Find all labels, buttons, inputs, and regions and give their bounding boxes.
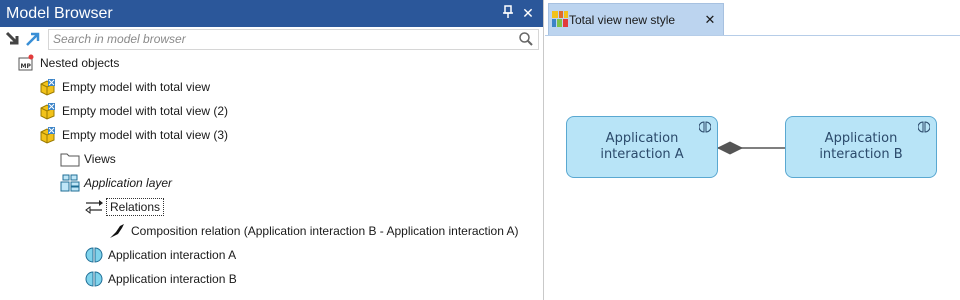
tree-item-label: Application interaction A [108,248,237,262]
search-input[interactable] [49,32,514,46]
diagram-editor: Total view new style ✕ Application inter… [545,0,960,300]
tree-item-application-interaction[interactable]: Application interaction B [84,269,237,289]
tree-item-nested-objects[interactable]: MP Nested objects [16,53,119,73]
tree-item-label: Composition relation (Application intera… [131,224,519,238]
search-icon[interactable] [514,30,538,49]
tab-label: Total view new style [569,12,676,27]
pin-icon[interactable] [501,5,515,22]
collapse-all-button[interactable] [4,30,22,48]
tree-item-model[interactable]: Empty model with total view [38,77,210,97]
model-icon [38,126,58,144]
model-browser-titlebar: Model Browser ✕ [0,0,543,27]
close-icon[interactable]: ✕ [521,5,535,22]
diagram-canvas[interactable]: Application interaction A Application in… [545,37,960,300]
tree-item-label: Nested objects [40,56,120,70]
tree-item-label: Empty model with total view (3) [62,128,229,142]
arrow-up-right-icon [26,32,40,46]
tree-item-label: Empty model with total view [62,80,211,94]
tree-item-label: Application layer [84,176,173,190]
element-label: Application interaction B [819,131,903,162]
tree-item-application-layer[interactable]: Application layer [60,173,172,193]
application-layer-icon [60,174,80,192]
svg-text:MP: MP [21,63,32,70]
model-icon [38,102,58,120]
tree-item-model[interactable]: Empty model with total view (2) [38,101,228,121]
tree-item-label: Application interaction B [108,272,237,286]
arrow-down-right-icon [5,31,19,45]
tree-item-relations[interactable]: Relations [84,197,165,217]
composition-icon [107,222,127,240]
relations-icon [84,198,104,216]
tree-item-application-interaction[interactable]: Application interaction A [84,245,236,265]
tree-item-composition-relation[interactable]: Composition relation (Application intera… [107,221,519,241]
tree-item-label: Views [84,152,116,166]
model-browser-title: Model Browser [6,4,113,22]
locate-button[interactable] [24,30,42,48]
application-interaction-icon [698,121,712,133]
tree-item-views[interactable]: Views [60,149,116,169]
application-interaction-icon [84,246,104,264]
tree-item-label: Empty model with total view (2) [62,104,229,118]
document-tabstrip: Total view new style ✕ [545,0,960,36]
view-icon [552,11,568,27]
application-interaction-icon [84,270,104,288]
close-icon[interactable]: ✕ [701,12,719,28]
application-interaction-a-element[interactable]: Application interaction A [566,116,718,178]
model-browser-panel: Model Browser ✕ MP Nested objects [0,0,544,300]
tree-item-label: Relations [105,198,165,216]
tree-item-model[interactable]: Empty model with total view (3) [38,125,228,145]
search-box [48,28,539,50]
tab-total-view-new-style[interactable]: Total view new style ✕ [548,3,724,35]
application-interaction-b-element[interactable]: Application interaction B [785,116,937,178]
application-interaction-icon [917,121,931,133]
model-browser-toolbar [0,27,543,51]
element-label: Application interaction A [600,131,684,162]
folder-icon [60,150,80,168]
model-icon [38,78,58,96]
model-package-icon: MP [16,54,36,72]
